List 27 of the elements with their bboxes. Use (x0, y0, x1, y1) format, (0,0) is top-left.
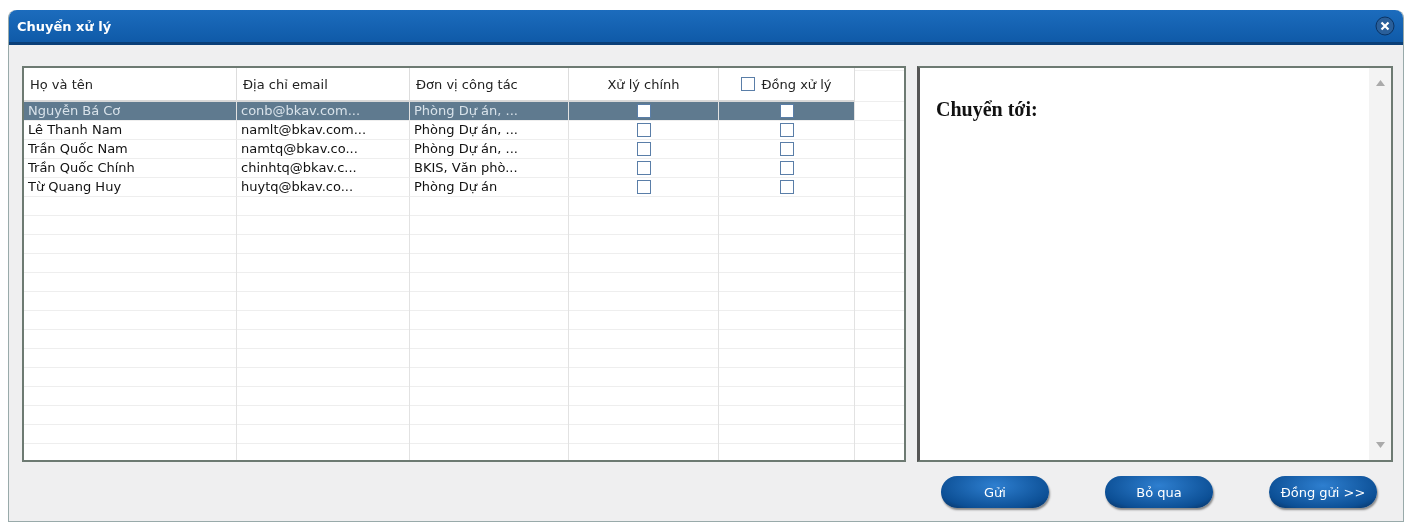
column-label: Địa chỉ email (243, 76, 328, 92)
column-label: Đơn vị công tác (416, 76, 518, 92)
checkbox[interactable] (636, 161, 651, 175)
column-label: Họ và tên (30, 76, 93, 92)
name-cell[interactable]: Trần Quốc Nam (24, 140, 237, 159)
checkbox[interactable] (779, 123, 794, 137)
checkbox[interactable] (779, 142, 794, 156)
checkbox[interactable] (779, 180, 794, 194)
checkbox[interactable] (636, 104, 651, 118)
action-button[interactable]: Đồng gửi >> (1269, 476, 1377, 508)
column-label: Đồng xử lý (761, 76, 832, 92)
email-cell: conb@bkav.com... (237, 102, 410, 121)
checkbox[interactable] (741, 77, 756, 91)
checkbox[interactable] (636, 180, 651, 194)
name-cell[interactable]: Trần Quốc Chính (24, 159, 237, 178)
name-cell[interactable]: Từ Quang Huy (24, 178, 237, 197)
checkbox[interactable] (636, 142, 651, 156)
checkbox[interactable] (779, 161, 794, 175)
unit-cell: Phòng Dự án, ... (410, 102, 569, 121)
recipient-heading: Chuyển tới: (936, 98, 1039, 121)
column-label: Xử lý chính (607, 76, 680, 92)
window-title: Chuyển xử lý (17, 18, 112, 34)
action-button[interactable]: Bỏ qua (1105, 476, 1213, 508)
close-icon[interactable] (1375, 16, 1395, 36)
checkbox[interactable] (636, 123, 651, 137)
action-button[interactable]: Gửi (941, 476, 1049, 508)
checkbox[interactable] (779, 104, 794, 118)
